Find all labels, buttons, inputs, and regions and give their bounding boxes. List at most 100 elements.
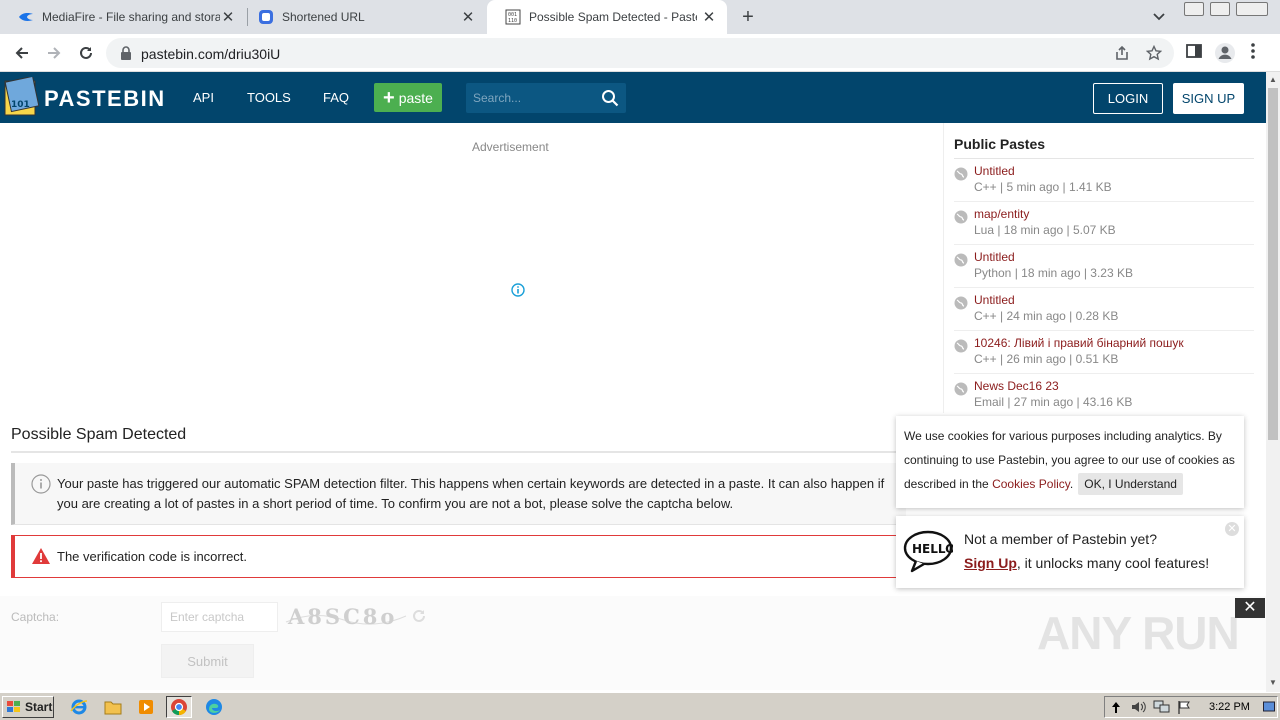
bookmark-star-icon[interactable] (1146, 45, 1162, 61)
advertisement-label: Advertisement (472, 140, 549, 154)
error-message: The verification code is incorrect. (11, 535, 906, 578)
minimize-button[interactable] (1184, 2, 1204, 16)
globe-icon (954, 382, 968, 396)
volume-icon[interactable] (1131, 700, 1147, 714)
show-desktop-icon[interactable] (1263, 701, 1275, 713)
close-icon[interactable]: ✕ (460, 9, 476, 26)
share-icon[interactable] (1114, 45, 1130, 61)
notice-text: Your paste has triggered our automatic S… (57, 476, 885, 511)
site-brand[interactable]: PASTEBIN (44, 86, 166, 112)
paste-title-link[interactable]: Untitled (974, 164, 1015, 178)
close-icon[interactable]: ✕ (1225, 522, 1239, 536)
globe-icon (954, 296, 968, 310)
globe-icon (954, 253, 968, 267)
profile-avatar-icon[interactable] (1214, 42, 1236, 64)
new-paste-button[interactable]: + paste (374, 83, 442, 112)
close-icon[interactable]: ✕ (220, 9, 236, 26)
cookies-policy-link[interactable]: Cookies Policy (992, 477, 1070, 491)
paste-title-link[interactable]: News Dec16 23 (974, 379, 1059, 393)
list-item: Untitled Python | 18 min ago | 3.23 KB (954, 245, 1254, 288)
nav-api[interactable]: API (193, 90, 214, 105)
signup-button[interactable]: SIGN UP (1173, 83, 1244, 114)
paste-title-link[interactable]: Untitled (974, 293, 1015, 307)
paste-meta: Lua | 18 min ago | 5.07 KB (974, 223, 1116, 237)
search-input[interactable] (466, 83, 596, 113)
url-shortener-icon (258, 9, 274, 25)
close-icon[interactable]: ✕ (701, 9, 717, 26)
taskbar-clock[interactable]: 3:22 PM (1209, 701, 1250, 713)
svg-text:HELLO: HELLO (912, 542, 953, 556)
pastebin-favicon-icon: 001 110 (505, 9, 521, 25)
tab-title: MediaFire - File sharing and storage m (42, 10, 220, 24)
windows-taskbar: Start 3:22 PM (0, 692, 1280, 720)
page-title: Possible Spam Detected (11, 426, 187, 443)
windows-flag-icon (6, 700, 22, 714)
hello-speech-bubble-icon: HELLO (903, 529, 953, 573)
signup-link[interactable]: Sign Up (964, 555, 1017, 571)
paste-button-label: paste (398, 89, 433, 106)
media-player-icon[interactable] (133, 696, 159, 718)
back-arrow-icon[interactable] (11, 42, 33, 64)
address-bar[interactable]: pastebin.com/driu30iU (106, 38, 1174, 68)
scroll-thumb[interactable] (1268, 88, 1278, 440)
signup-promo-popup: HELLO Not a member of Pastebin yet? Sign… (896, 516, 1244, 588)
paste-title-link[interactable]: map/entity (974, 207, 1029, 221)
network-icon[interactable] (1153, 700, 1171, 714)
tab-title: Shortened URL (282, 10, 365, 24)
globe-icon (954, 339, 968, 353)
list-item: Untitled C++ | 5 min ago | 1.41 KB (954, 159, 1254, 202)
submit-button[interactable]: Submit (161, 644, 254, 678)
refresh-captcha-icon[interactable] (411, 608, 427, 624)
start-button[interactable]: Start (2, 696, 54, 718)
page-scrollbar[interactable]: ▲ ▼ (1266, 72, 1280, 692)
action-center-flag-icon[interactable] (1177, 700, 1191, 714)
title-divider (11, 451, 906, 453)
nav-faq[interactable]: FAQ (323, 90, 349, 105)
captcha-code: A8SC8o (287, 604, 397, 629)
restore-button[interactable] (1210, 2, 1230, 16)
tab-title: Possible Spam Detected - Pastebin.com (529, 10, 697, 24)
cookie-accept-button[interactable]: OK, I Understand (1078, 473, 1183, 495)
browser-tab-strip: MediaFire - File sharing and storage m ✕… (0, 0, 1280, 34)
captcha-input[interactable] (161, 602, 278, 632)
login-button[interactable]: LOGIN (1093, 83, 1163, 114)
pastebin-logo-icon[interactable]: 101 (3, 77, 39, 117)
ad-info-icon[interactable] (511, 283, 525, 297)
scroll-down-arrow-icon[interactable]: ▼ (1269, 678, 1277, 687)
internet-explorer-icon[interactable] (66, 696, 92, 718)
reload-icon[interactable] (75, 42, 97, 64)
system-tray: 3:22 PM (1104, 696, 1278, 718)
svg-text:110: 110 (508, 18, 517, 24)
forward-arrow-icon[interactable] (43, 42, 65, 64)
tray-expand-arrow-icon[interactable] (1111, 700, 1121, 714)
captcha-image: A8SC8o (284, 604, 408, 630)
kebab-menu-icon[interactable] (1250, 42, 1256, 60)
scroll-up-arrow-icon[interactable]: ▲ (1269, 75, 1277, 84)
paste-meta: Python | 18 min ago | 3.23 KB (974, 266, 1133, 280)
paste-meta: C++ | 5 min ago | 1.41 KB (974, 180, 1112, 194)
tab-mediafire[interactable]: MediaFire - File sharing and storage m ✕ (0, 0, 246, 34)
cookie-consent-popup: We use cookies for various purposes incl… (896, 416, 1244, 508)
edge-icon[interactable] (201, 696, 227, 718)
file-explorer-icon[interactable] (100, 696, 126, 718)
close-ad-button[interactable]: ✕ (1235, 598, 1265, 618)
paste-meta: C++ | 24 min ago | 0.28 KB (974, 309, 1119, 323)
plus-icon: + (383, 86, 395, 109)
new-tab-button[interactable]: + (738, 7, 758, 27)
paste-title-link[interactable]: 10246: Лівий і правий бінарний пошук (974, 336, 1184, 350)
anyrun-watermark: ANY RUN (1037, 607, 1240, 659)
nav-tools[interactable]: TOOLS (247, 90, 291, 105)
chrome-icon[interactable] (166, 696, 192, 718)
list-item: News Dec16 23 Email | 27 min ago | 43.16… (954, 374, 1254, 417)
globe-icon (954, 210, 968, 224)
list-item: 10246: Лівий і правий бінарний пошук C++… (954, 331, 1254, 374)
browser-toolbar: pastebin.com/driu30iU (0, 34, 1280, 72)
side-panel-icon[interactable] (1185, 42, 1203, 60)
tab-shortened-url[interactable]: Shortened URL ✕ (240, 0, 486, 34)
paste-title-link[interactable]: Untitled (974, 250, 1015, 264)
tab-pastebin[interactable]: 001110 Possible Spam Detected - Pastebin… (487, 0, 727, 34)
tab-search-chevron-icon[interactable] (1152, 9, 1166, 23)
site-header: 101 PASTEBIN API TOOLS FAQ + paste LOGIN… (0, 72, 1266, 123)
close-window-button[interactable] (1236, 2, 1268, 16)
search-icon[interactable] (601, 89, 619, 107)
